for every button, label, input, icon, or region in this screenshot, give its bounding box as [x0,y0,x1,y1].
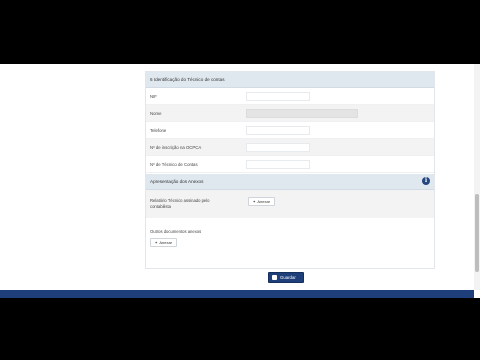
field-label-nome: Nome [150,111,162,116]
field-label-telefone: Telefone [150,128,167,133]
section-header-anexos: Apresentação dos Anexos i [146,174,434,190]
save-button[interactable]: Guardar [268,272,304,283]
attach-button-label: Anexar [257,199,271,204]
section-title: Apresentação dos Anexos [150,179,204,184]
plus-icon: + [155,240,158,245]
scrollbar-thumb[interactable] [475,194,479,272]
scrollbar[interactable] [474,64,480,290]
save-button-label: Guardar [280,275,296,280]
info-icon[interactable]: i [422,177,430,185]
attach-other-button[interactable]: + Anexar [150,238,178,247]
form-row-tecnico-numero: Nº de Técnico de Contas [146,156,434,173]
app-screen: 6 Identificação do Técnico de contas NIF… [0,64,480,298]
telefone-input[interactable] [246,126,310,135]
field-label-inscricao: Nº de inscrição na OCPCA [150,145,202,150]
tecnico-numero-input[interactable] [246,160,310,169]
plus-icon: + [253,199,256,204]
floppy-icon [272,275,277,280]
attach-report-button[interactable]: + Anexar [248,197,276,206]
form-panel: 6 Identificação do Técnico de contas NIF… [145,71,435,269]
other-docs-label: Outros documentos anexos [150,229,202,234]
report-label: Relatório Técnico assinado pelo contabil… [150,198,210,209]
footer-bar [0,290,474,298]
nif-input[interactable] [246,92,310,101]
attach-row-relatorio: Relatório Técnico assinado pelo contabil… [146,190,434,218]
section-header-tecnico: 6 Identificação do Técnico de contas [146,72,434,88]
form-row-inscricao: Nº de inscrição na OCPCA [146,139,434,156]
form-row-nif: NIF [146,88,434,105]
field-label-nif: NIF [150,94,157,99]
section-title: 6 Identificação do Técnico de contas [150,77,225,82]
attach-button-label: Anexar [159,240,173,245]
form-row-telefone: Telefone [146,122,434,139]
inscricao-input[interactable] [246,143,310,152]
field-label-tecnico-numero: Nº de Técnico de Contas [150,162,198,167]
nome-input [246,109,358,118]
form-row-nome: Nome [146,105,434,122]
